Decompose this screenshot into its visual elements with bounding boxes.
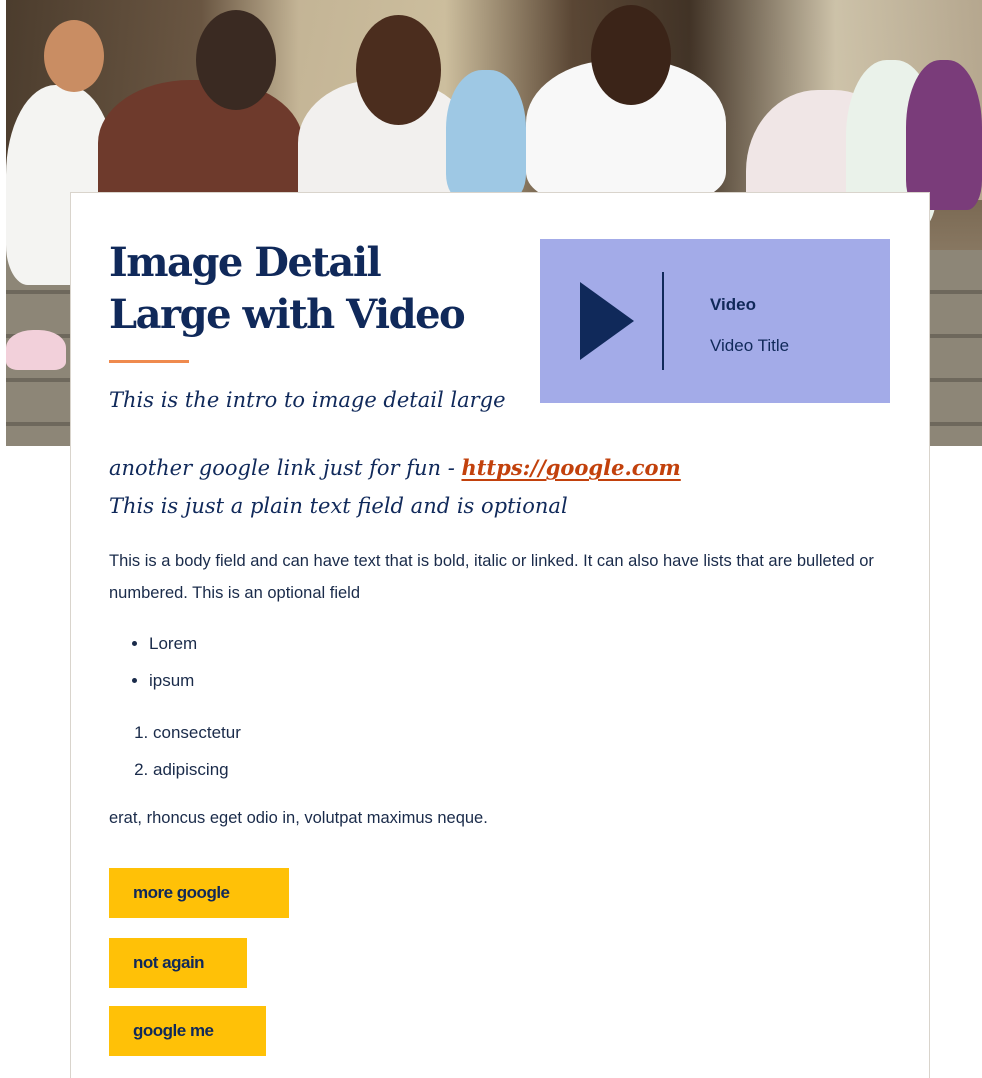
intro-link-line: another google link just for fun - https… (109, 451, 809, 485)
list-item: ipsum (149, 662, 197, 699)
hero-person-head (356, 15, 441, 125)
more-google-button[interactable]: more google (109, 868, 289, 918)
list-item: adipiscing (153, 751, 241, 788)
video-card[interactable]: Video Video Title (540, 239, 890, 403)
video-label: Video (710, 295, 756, 314)
hero-person (6, 330, 66, 370)
intro-link-prefix: another google link just for fun - (109, 456, 462, 480)
hero-person-head (196, 10, 276, 110)
intro-optional-text: This is just a plain text field and is o… (109, 494, 568, 518)
intro-text: This is the intro to image detail large (109, 388, 506, 412)
content-card: Image Detail Large with Video This is th… (70, 192, 930, 1078)
list-item: consectetur (153, 714, 241, 751)
google-link[interactable]: https://google.com (461, 455, 680, 480)
closing-text: erat, rhoncus eget odio in, volutpat max… (109, 809, 488, 827)
body-text: This is a body field and can have text t… (109, 552, 874, 602)
numbered-list: consectetur adipiscing (109, 714, 241, 788)
google-me-button[interactable]: google me (109, 1006, 266, 1056)
title-underline (109, 360, 189, 363)
video-title: Video Title (710, 336, 790, 355)
bulleted-list: Lorem ipsum (109, 625, 197, 699)
video-divider (662, 272, 664, 370)
hero-person (446, 70, 526, 200)
play-icon[interactable] (580, 282, 634, 360)
hero-person-head (44, 20, 104, 92)
list-item: Lorem (149, 625, 197, 662)
not-again-button[interactable]: not again (109, 938, 247, 988)
page-title: Image Detail Large with Video (109, 239, 466, 338)
hero-person-head (591, 5, 671, 105)
hero-person (906, 60, 982, 210)
